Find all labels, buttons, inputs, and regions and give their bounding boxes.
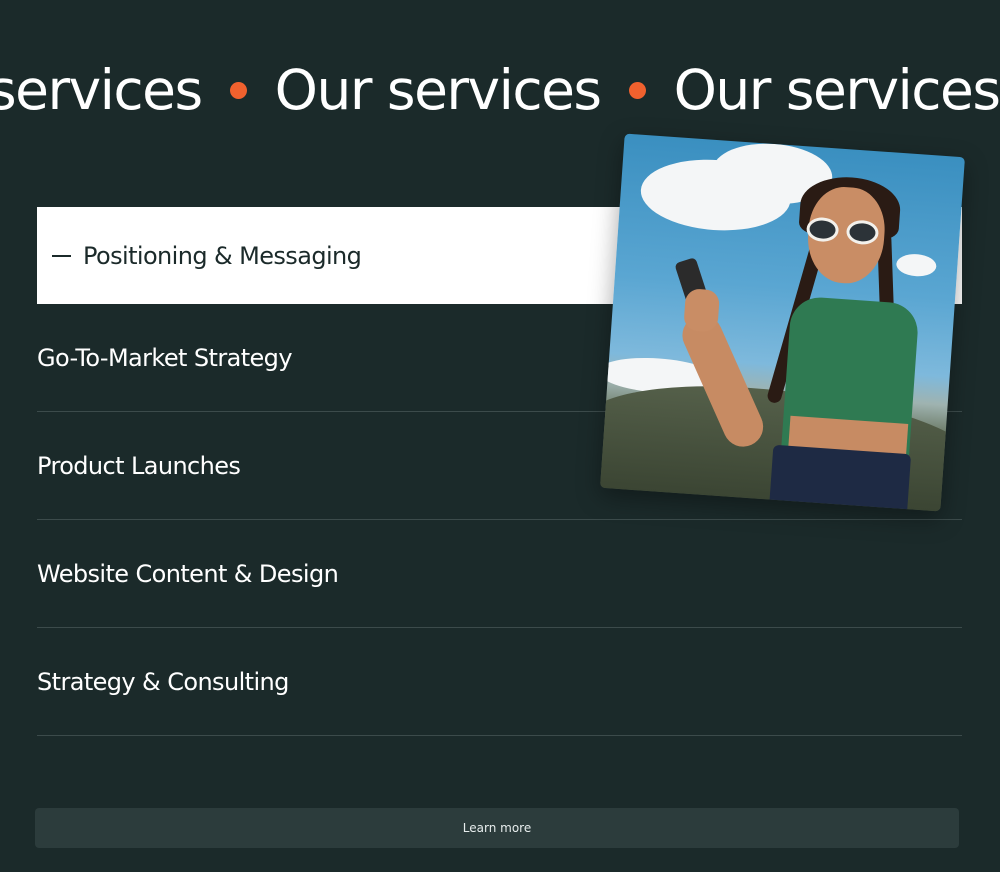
marquee-word: Our services: [274, 58, 602, 122]
service-item-label: Website Content & Design: [37, 559, 339, 588]
services-marquee: services Our services Our services: [0, 48, 1000, 132]
marquee-dot-icon: [229, 81, 247, 99]
marquee-word: Our services: [673, 58, 1000, 122]
marquee-track: services Our services Our services: [0, 48, 1000, 132]
service-item-label: Product Launches: [37, 451, 241, 480]
service-photo: [600, 133, 965, 512]
service-item-label: Go-To-Market Strategy: [37, 343, 293, 372]
lens-shape: [845, 219, 880, 246]
marquee-word: services: [0, 58, 203, 122]
marquee-dot-icon: [628, 81, 646, 99]
cloud-shape: [895, 252, 938, 278]
service-item-label: Positioning & Messaging: [83, 241, 362, 270]
sunglasses-shape: [805, 216, 888, 248]
service-item-strategy-consulting[interactable]: Strategy & Consulting: [37, 628, 962, 736]
dash-icon: [52, 254, 71, 257]
lens-shape: [805, 216, 840, 243]
learn-more-button[interactable]: Learn more: [35, 808, 959, 848]
service-item-label: Strategy & Consulting: [37, 667, 289, 696]
service-item-website-content-design[interactable]: Website Content & Design: [37, 520, 962, 628]
person-hand: [683, 288, 721, 333]
